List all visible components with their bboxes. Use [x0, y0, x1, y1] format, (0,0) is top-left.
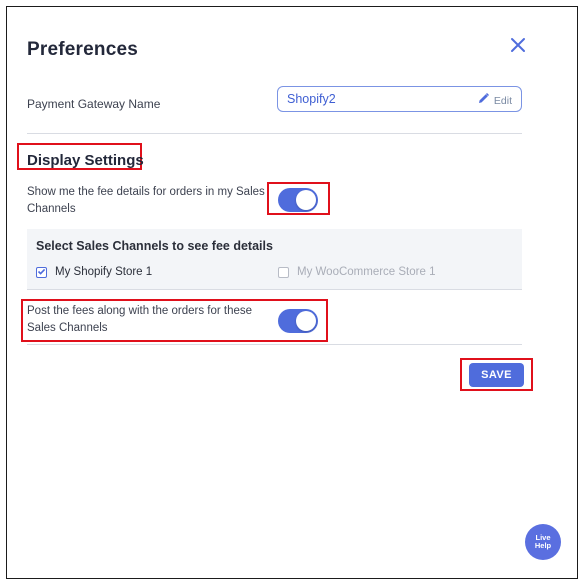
checkbox-checked-icon — [36, 266, 47, 278]
gateway-name-label: Payment Gateway Name — [27, 97, 161, 111]
dialog-title: Preferences — [27, 39, 138, 60]
edit-label: Edit — [493, 95, 512, 107]
checkbox-unchecked-icon — [278, 266, 289, 278]
channel-checkbox-woocommerce[interactable]: My WooCommerce Store 1 — [278, 266, 435, 278]
pencil-icon — [477, 92, 490, 110]
divider — [27, 344, 522, 345]
channel-label: My WooCommerce Store 1 — [297, 266, 436, 278]
show-fees-text: Show me the fee details for orders in my… — [27, 186, 265, 215]
toggle-knob — [296, 311, 316, 331]
show-fees-toggle[interactable] — [278, 188, 318, 212]
divider — [27, 133, 522, 134]
sales-channels-panel: Select Sales Channels to see fee details… — [27, 229, 522, 289]
gateway-name-field[interactable]: Shopify2 Edit — [277, 86, 522, 112]
gateway-name-value: Shopify2 — [287, 92, 336, 106]
channel-label: My Shopify Store 1 — [55, 266, 153, 278]
post-fees-text: Post the fees along with the orders for … — [27, 305, 253, 334]
save-button[interactable]: SAVE — [469, 363, 524, 387]
live-help-button[interactable]: Live Help — [525, 524, 561, 560]
edit-gateway-button[interactable]: Edit — [477, 92, 512, 110]
sales-channels-title: Select Sales Channels to see fee details — [36, 239, 273, 253]
live-help-line2: Help — [534, 541, 552, 550]
toggle-knob — [296, 190, 316, 210]
divider — [27, 289, 522, 290]
channel-checkbox-shopify[interactable]: My Shopify Store 1 — [36, 266, 152, 278]
display-settings-title: Display Settings — [27, 152, 144, 169]
close-icon[interactable] — [508, 35, 528, 55]
post-fees-toggle[interactable] — [278, 309, 318, 333]
